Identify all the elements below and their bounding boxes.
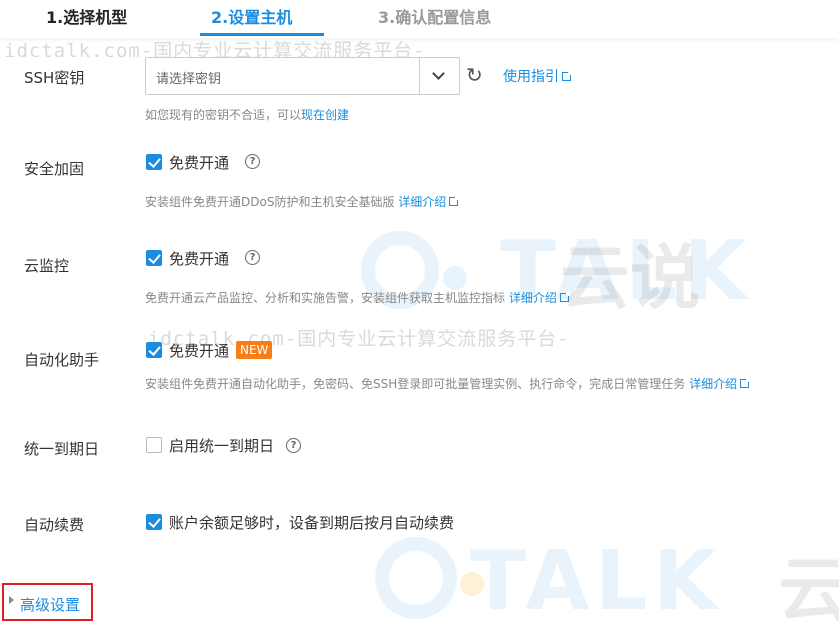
monitor-checkbox[interactable] bbox=[146, 250, 162, 266]
assistant-hint-text: 安装组件免费开通自动化助手，免密码、免SSH登录即可批量管理实例、执行命令，完成… bbox=[145, 377, 686, 391]
watermark-logo-cn-bottom: 云 bbox=[778, 549, 839, 631]
ssh-key-placeholder: 请选择密钥 bbox=[156, 72, 222, 87]
security-label: 安全加固 bbox=[24, 160, 85, 178]
ssh-key-dropdown-toggle[interactable] bbox=[419, 58, 459, 94]
watermark-logo-bottom: TALK bbox=[470, 534, 723, 629]
create-key-link[interactable]: 现在创建 bbox=[301, 108, 349, 122]
external-link-icon bbox=[449, 196, 460, 206]
renew-checkbox-label[interactable]: 账户余额足够时，设备到期后按月自动续费 bbox=[169, 512, 454, 533]
new-badge: NEW bbox=[236, 341, 273, 359]
ssh-key-hint: 如您现有的密钥不合适，可以现在创建 bbox=[145, 106, 349, 123]
external-link-icon bbox=[740, 378, 751, 388]
security-detail-link[interactable]: 详细介绍 bbox=[398, 195, 446, 209]
renew-checkbox[interactable] bbox=[146, 514, 162, 530]
watermark-swirl-icon-bottom bbox=[375, 537, 484, 619]
assistant-checkbox[interactable] bbox=[146, 342, 162, 358]
steps-header: 1.选择机型 2.设置主机 3.确认配置信息 bbox=[0, 0, 839, 38]
monitor-hint: 免费开通云产品监控、分析和实施告警，安装组件获取主机监控指标 详细介绍 bbox=[145, 289, 570, 306]
caret-right-icon bbox=[9, 596, 14, 604]
expiry-label: 统一到期日 bbox=[24, 440, 100, 458]
expiry-help-icon[interactable]: ? bbox=[286, 438, 301, 453]
renew-label: 自动续费 bbox=[24, 516, 85, 534]
ssh-key-select[interactable]: 请选择密钥 bbox=[145, 57, 460, 95]
expiry-checkbox-label[interactable]: 启用统一到期日 bbox=[169, 435, 274, 456]
chevron-down-icon bbox=[432, 67, 445, 80]
monitor-label: 云监控 bbox=[24, 257, 70, 275]
assistant-hint: 安装组件免费开通自动化助手，免密码、免SSH登录即可批量管理实例、执行命令，完成… bbox=[145, 375, 751, 392]
monitor-checkbox-label[interactable]: 免费开通 bbox=[169, 248, 229, 269]
step-configure-host[interactable]: 2.设置主机 bbox=[211, 4, 292, 28]
security-help-icon[interactable]: ? bbox=[245, 154, 260, 169]
step-confirm-config[interactable]: 3.确认配置信息 bbox=[378, 4, 491, 28]
monitor-help-icon[interactable]: ? bbox=[245, 250, 260, 265]
ssh-key-hint-text: 如您现有的密钥不合适，可以 bbox=[145, 108, 302, 122]
step-select-model[interactable]: 1.选择机型 bbox=[46, 4, 127, 28]
assistant-detail-link[interactable]: 详细介绍 bbox=[689, 377, 737, 391]
active-step-indicator bbox=[200, 33, 324, 36]
refresh-icon[interactable]: ↻ bbox=[466, 64, 486, 86]
usage-guide-text[interactable]: 使用指引 bbox=[503, 69, 559, 85]
advanced-settings-label[interactable]: 高级设置 bbox=[20, 594, 80, 615]
assistant-label: 自动化助手 bbox=[24, 351, 100, 369]
security-checkbox-label[interactable]: 免费开通 bbox=[169, 152, 229, 173]
watermark-logo-cn: 云说 bbox=[560, 237, 700, 319]
security-checkbox[interactable] bbox=[146, 154, 162, 170]
external-link-icon bbox=[559, 292, 570, 302]
usage-guide-link[interactable]: 使用指引 bbox=[503, 66, 572, 86]
assistant-checkbox-label[interactable]: 免费开通 bbox=[169, 340, 229, 361]
expiry-checkbox[interactable] bbox=[146, 437, 162, 453]
security-hint-text: 安装组件免费开通DDoS防护和主机安全基础版 bbox=[145, 195, 395, 209]
security-hint: 安装组件免费开通DDoS防护和主机安全基础版 详细介绍 bbox=[145, 193, 460, 210]
external-link-icon bbox=[562, 71, 572, 81]
advanced-settings-toggle[interactable]: 高级设置 bbox=[2, 583, 93, 621]
monitor-detail-link[interactable]: 详细介绍 bbox=[509, 291, 557, 305]
ssh-key-label: SSH密钥 bbox=[24, 69, 85, 87]
monitor-hint-text: 免费开通云产品监控、分析和实施告警，安装组件获取主机监控指标 bbox=[145, 291, 506, 305]
